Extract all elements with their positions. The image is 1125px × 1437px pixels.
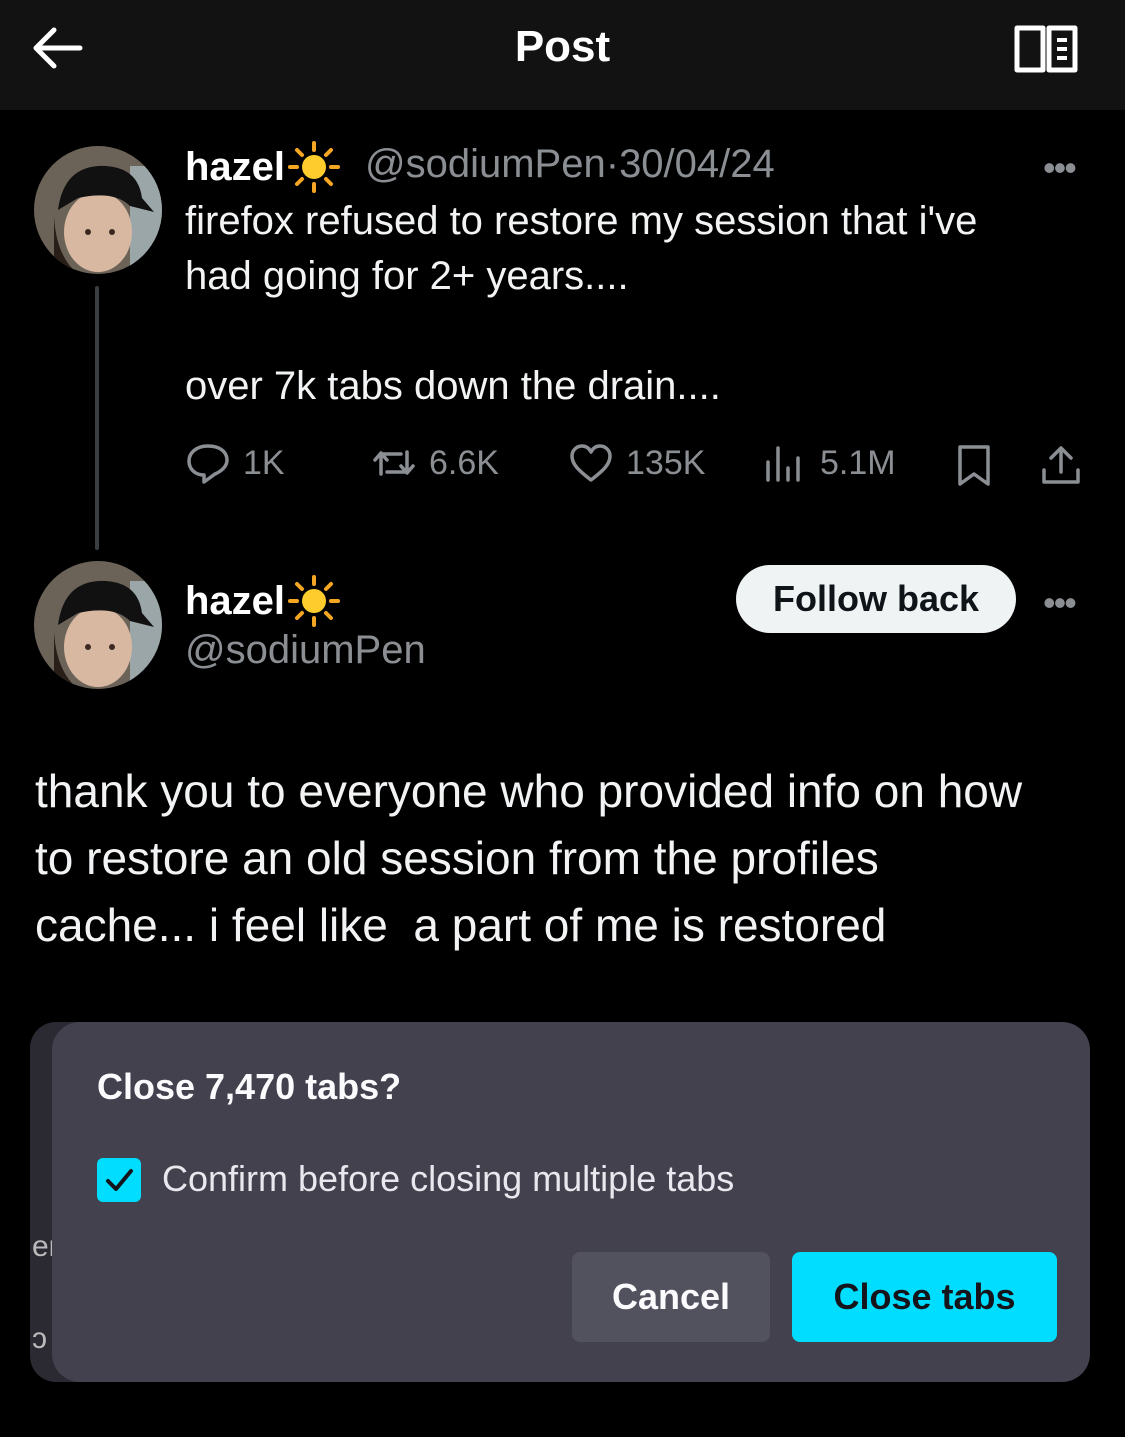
close-tabs-button[interactable]: Close tabs <box>792 1252 1057 1342</box>
sun-icon <box>288 575 341 627</box>
action-bar: 1K 6.6K 135K 5.1M <box>185 440 1085 490</box>
sun-icon <box>288 141 341 193</box>
views-button[interactable]: 5.1M <box>762 440 896 486</box>
author-name-text: hazel <box>185 144 286 189</box>
reply-icon <box>187 444 229 484</box>
heart-icon <box>570 444 612 482</box>
reply-button[interactable]: 1K <box>185 440 285 486</box>
views-icon <box>766 446 800 482</box>
more-options-button[interactable]: ••• <box>1043 585 1077 621</box>
page-title: Post <box>514 22 611 71</box>
author-name[interactable]: hazel <box>185 574 341 628</box>
avatar[interactable] <box>34 146 162 274</box>
author-handle[interactable]: @sodiumPen·30/04/24 <box>365 142 775 187</box>
repost-button[interactable]: 6.6K <box>371 440 499 486</box>
follow-back-button[interactable]: Follow back <box>736 565 1016 633</box>
post-text: thank you to everyone who provided info … <box>35 765 1023 951</box>
thread-line <box>95 286 99 550</box>
reader-mode-icon[interactable] <box>1013 22 1079 78</box>
tweet-text: firefox refused to restore my session th… <box>185 199 978 408</box>
repost-icon <box>373 450 415 476</box>
author-name[interactable]: hazel <box>185 140 341 194</box>
like-button[interactable]: 135K <box>568 440 705 486</box>
close-tabs-dialog: Close 7,470 tabs? Confirm before closing… <box>52 1022 1090 1382</box>
dialog-title: Close 7,470 tabs? <box>97 1066 402 1107</box>
author-name-text: hazel <box>185 578 286 623</box>
post-date: 30/04/24 <box>619 142 775 186</box>
confirm-checkbox[interactable] <box>97 1158 141 1202</box>
top-bar: Post <box>0 0 1125 110</box>
author-handle[interactable]: @sodiumPen <box>185 628 426 673</box>
cancel-button[interactable]: Cancel <box>572 1252 770 1342</box>
avatar[interactable] <box>34 561 162 689</box>
more-options-button[interactable]: ••• <box>1043 150 1077 186</box>
bookmark-icon[interactable] <box>951 442 997 488</box>
confirm-checkbox-label[interactable]: Confirm before closing multiple tabs <box>162 1158 734 1200</box>
share-icon[interactable] <box>1038 442 1084 488</box>
check-icon <box>106 1169 133 1191</box>
